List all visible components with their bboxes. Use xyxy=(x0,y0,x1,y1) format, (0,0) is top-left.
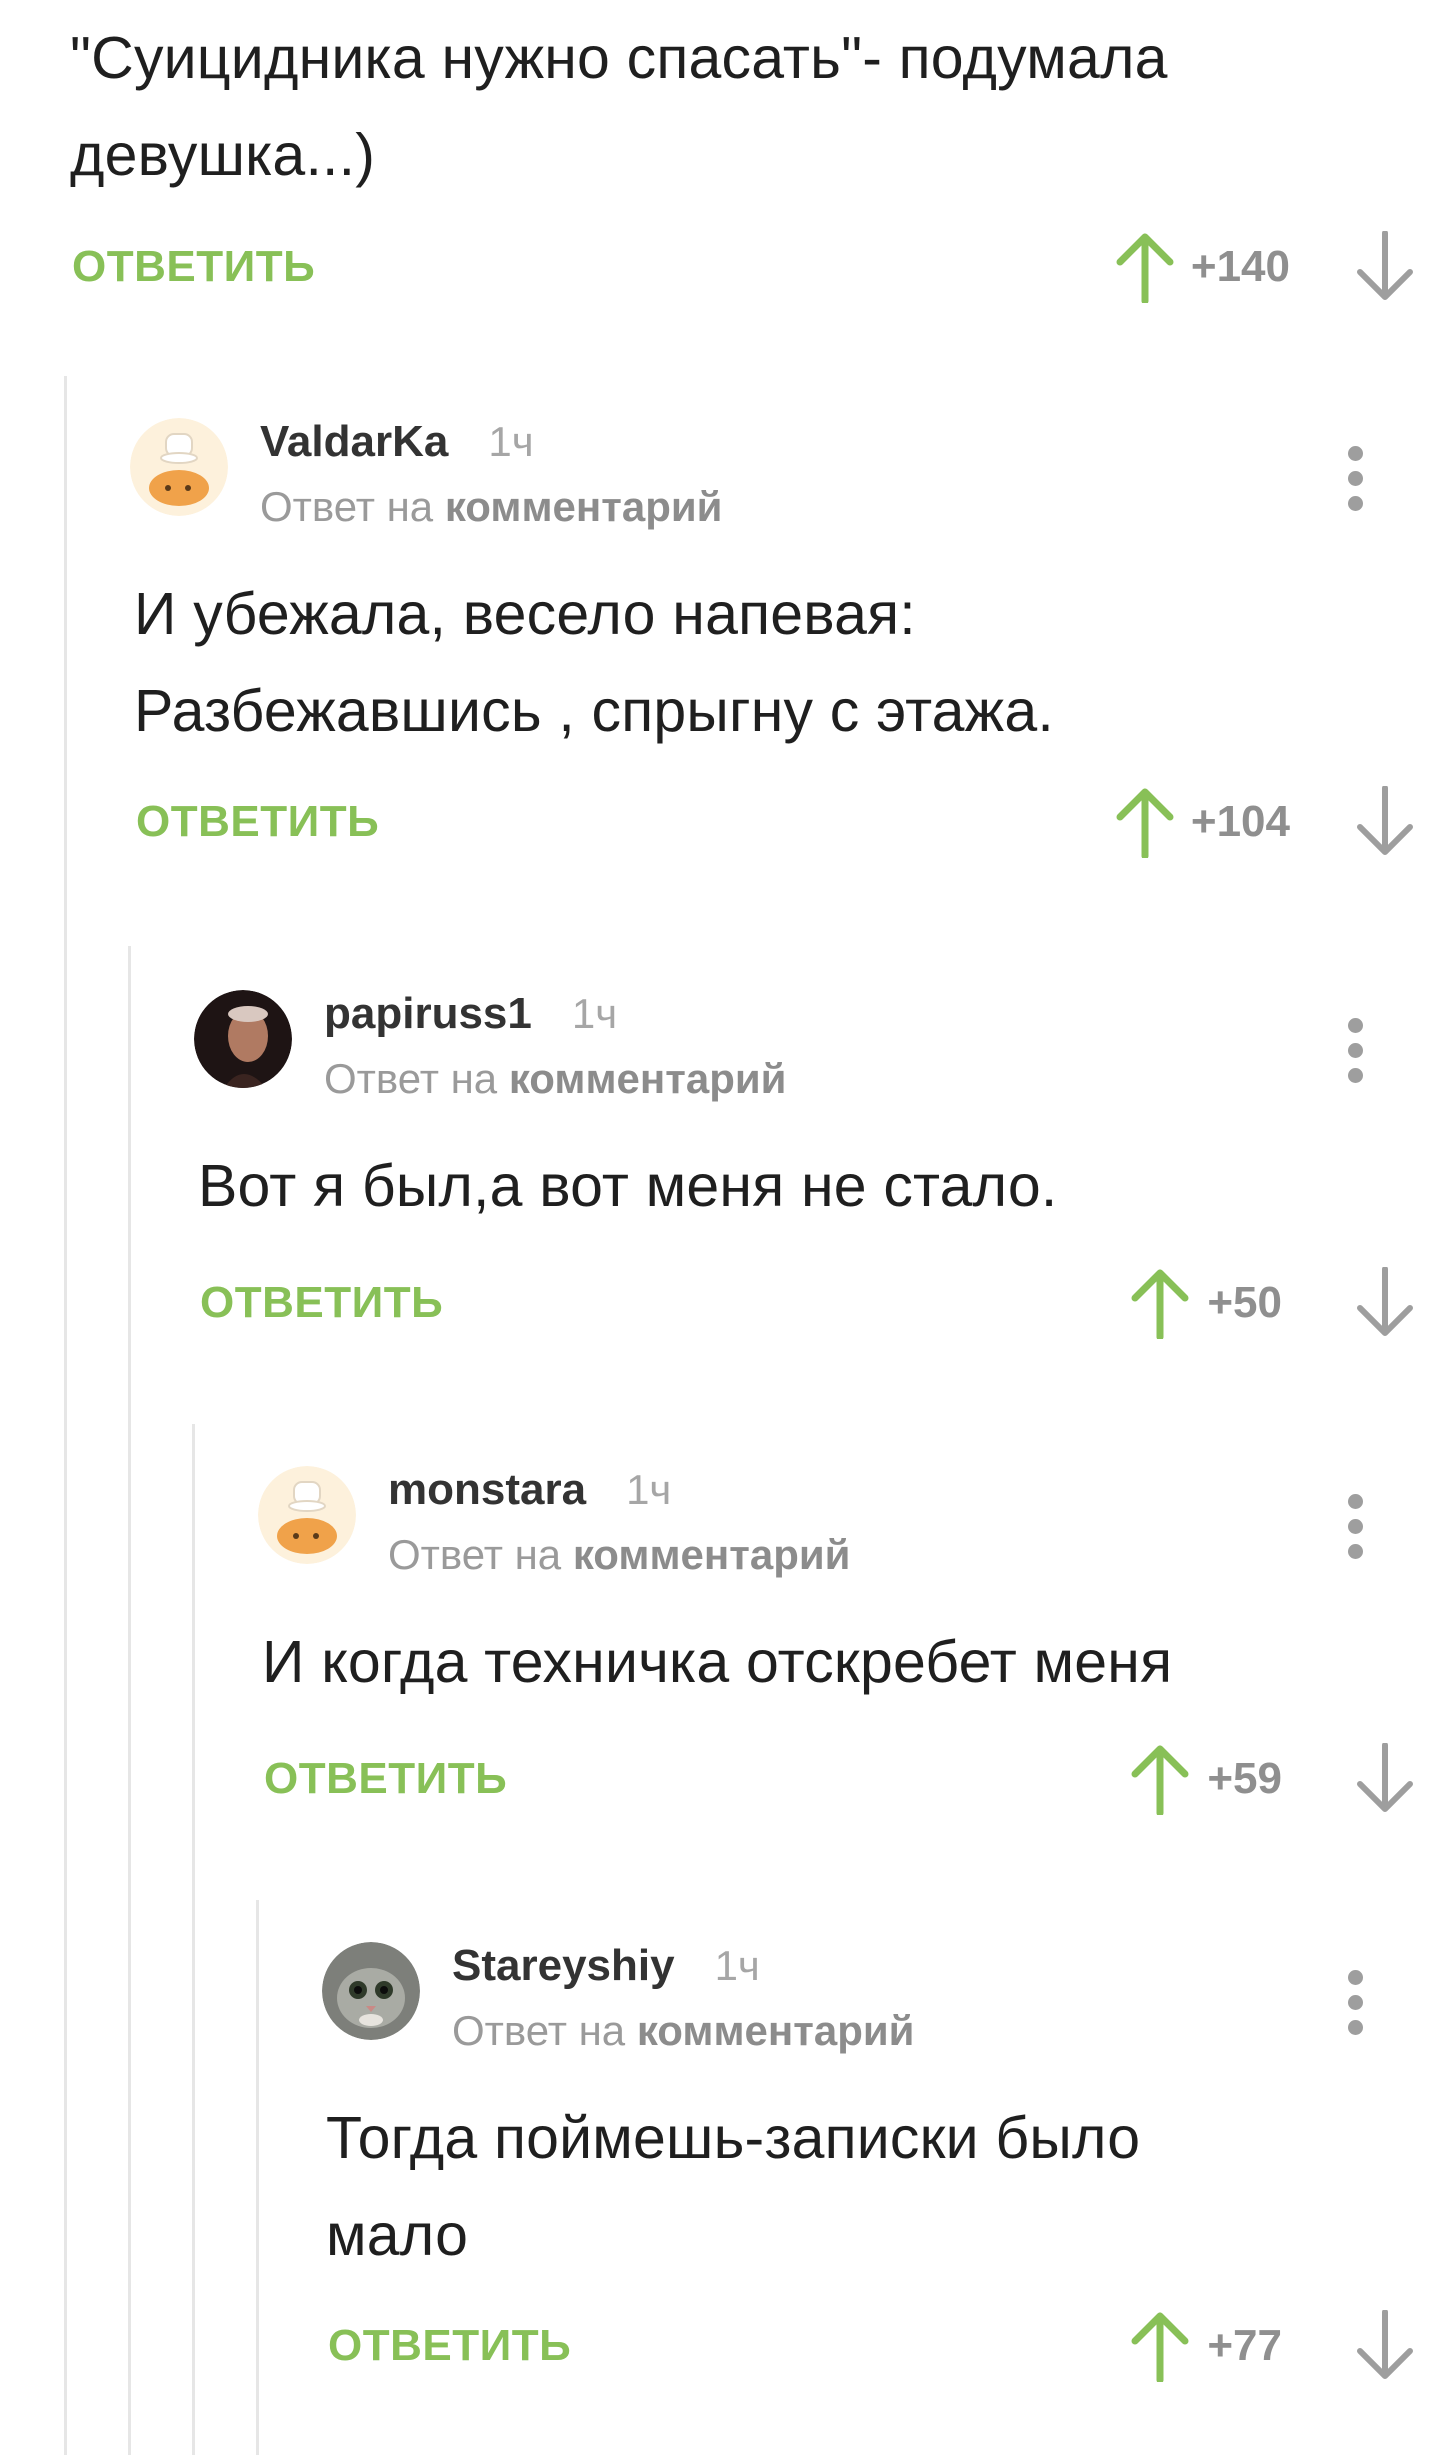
reply-to-label: Ответ на комментарий xyxy=(388,1526,851,1584)
avatar[interactable] xyxy=(130,418,228,516)
reply-button[interactable]: ОТВЕТИТЬ xyxy=(72,227,315,307)
comment-valdarka: ValdarKa 1ч Ответ на комментарий И убежал… xyxy=(0,406,1440,862)
more-vertical-icon[interactable] xyxy=(1340,446,1370,512)
comment-text: "Суицидника нужно спасать"- подумала дев… xyxy=(70,10,1440,204)
comment-actions: ОТВЕТИТЬ +104 xyxy=(0,782,1440,862)
reply-to-prefix: Ответ на xyxy=(452,2007,626,2054)
comment-time: 1ч xyxy=(626,1466,672,1513)
score-value: +140 xyxy=(1190,242,1290,291)
cat-photo-avatar-icon xyxy=(322,1942,420,2040)
comment-text: Тогда поймешь-записки было мало xyxy=(326,2090,1440,2284)
comment-header: Stareyshiy 1ч Ответ на комментарий xyxy=(0,1930,1440,2060)
comment-actions: ОТВЕТИТЬ +77 xyxy=(0,2306,1440,2386)
arrow-down-icon[interactable] xyxy=(1350,1267,1420,1339)
reply-to-label: Ответ на комментарий xyxy=(260,478,723,536)
comment-time: 1ч xyxy=(714,1942,760,1989)
comment-text-line: девушка...) xyxy=(70,122,376,188)
avatar[interactable] xyxy=(258,1466,356,1564)
more-vertical-icon[interactable] xyxy=(1340,1494,1370,1560)
top-comment: "Суицидника нужно спасать"- подумала дев… xyxy=(0,10,1440,307)
more-vertical-icon[interactable] xyxy=(1340,1018,1370,1084)
username-text[interactable]: Stareyshiy xyxy=(452,1941,675,1990)
comment-header: papiruss1 1ч Ответ на комментарий xyxy=(0,978,1440,1108)
comment-text-line: Тогда поймешь-записки было xyxy=(326,2105,1141,2171)
arrow-down-icon[interactable] xyxy=(1350,786,1420,858)
comment-text-line: И убежала, весело напевая: xyxy=(134,581,916,647)
cheburashka-chef-avatar-icon xyxy=(258,1466,356,1564)
man-photo-avatar-icon xyxy=(194,990,292,1088)
comment-time: 1ч xyxy=(488,418,534,465)
username-text[interactable]: ValdarKa xyxy=(260,417,448,466)
reply-to-prefix: Ответ на xyxy=(388,1531,562,1578)
comment-monstara: monstara 1ч Ответ на комментарий И когда … xyxy=(0,1454,1440,1819)
username-text[interactable]: papiruss1 xyxy=(324,989,532,1038)
username-text[interactable]: monstara xyxy=(388,1465,586,1514)
comment-papiruss1: papiruss1 1ч Ответ на комментарий Вот я б… xyxy=(0,978,1440,1343)
comment-actions: ОТВЕТИТЬ +59 xyxy=(0,1739,1440,1819)
username[interactable]: ValdarKa 1ч xyxy=(260,412,534,472)
arrow-down-icon[interactable] xyxy=(1350,1743,1420,1815)
avatar[interactable] xyxy=(194,990,292,1088)
reply-to-link[interactable]: комментарий xyxy=(445,483,723,530)
comment-text: Вот я был,а вот меня не стало. xyxy=(198,1138,1440,1235)
reply-to-label: Ответ на комментарий xyxy=(452,2002,915,2060)
reply-to-link[interactable]: комментарий xyxy=(637,2007,915,2054)
comment-actions: ОТВЕТИТЬ +140 xyxy=(0,227,1440,307)
comment-stareyshiy: Stareyshiy 1ч Ответ на комментарий Тогда … xyxy=(0,1930,1440,2386)
reply-to-label: Ответ на комментарий xyxy=(324,1050,787,1108)
reply-to-prefix: Ответ на xyxy=(324,1055,498,1102)
comment-text-line: Вот я был,а вот меня не стало. xyxy=(198,1153,1058,1219)
comment-text-line: мало xyxy=(326,2202,469,2268)
reply-button[interactable]: ОТВЕТИТЬ xyxy=(328,2306,571,2386)
comment-text-line: Разбежавшись , спрыгну с этажа. xyxy=(134,678,1054,744)
comment-header: ValdarKa 1ч Ответ на комментарий xyxy=(0,406,1440,536)
comment-text: И когда техничка отскребет меня xyxy=(262,1614,1440,1711)
reply-button[interactable]: ОТВЕТИТЬ xyxy=(264,1739,507,1819)
username[interactable]: papiruss1 1ч xyxy=(324,984,617,1044)
comment-actions: ОТВЕТИТЬ +50 xyxy=(0,1263,1440,1343)
reply-to-link[interactable]: комментарий xyxy=(509,1055,787,1102)
reply-button[interactable]: ОТВЕТИТЬ xyxy=(136,782,379,862)
cheburashka-chef-avatar-icon xyxy=(130,418,228,516)
avatar[interactable] xyxy=(322,1942,420,2040)
score-value: +59 xyxy=(1207,1754,1282,1803)
comment-text-line: И когда техничка отскребет меня xyxy=(262,1629,1173,1695)
score-value: +50 xyxy=(1207,1278,1282,1327)
comment-time: 1ч xyxy=(571,990,618,1037)
comment-header: monstara 1ч Ответ на комментарий xyxy=(0,1454,1440,1584)
score-value: +77 xyxy=(1207,2321,1282,2370)
comment-text-line: "Суицидника нужно спасать"- подумала xyxy=(70,25,1168,91)
reply-to-link[interactable]: комментарий xyxy=(573,1531,851,1578)
arrow-down-icon[interactable] xyxy=(1350,2310,1420,2382)
reply-button[interactable]: ОТВЕТИТЬ xyxy=(200,1263,443,1343)
comment-text: И убежала, весело напевая: Разбежавшись … xyxy=(134,566,1440,760)
username[interactable]: Stareyshiy 1ч xyxy=(452,1936,760,1996)
score-value: +104 xyxy=(1190,797,1290,846)
more-vertical-icon[interactable] xyxy=(1340,1970,1370,2036)
username[interactable]: monstara 1ч xyxy=(388,1460,671,1520)
arrow-down-icon[interactable] xyxy=(1350,231,1420,303)
reply-to-prefix: Ответ на xyxy=(260,483,434,530)
